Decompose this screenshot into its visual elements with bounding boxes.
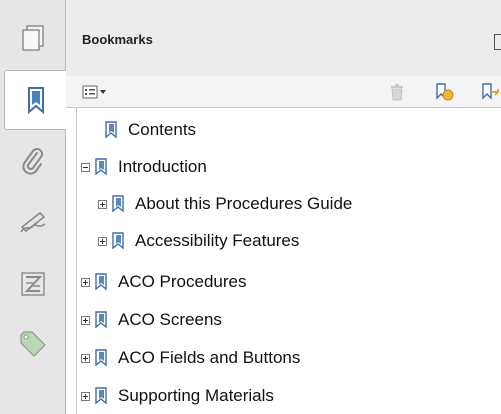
- bookmarks-panel: Bookmarks Contents Introduction About th…: [66, 0, 501, 414]
- collapse-toggle[interactable]: [81, 162, 90, 172]
- tree-item-label: Accessibility Features: [135, 231, 300, 250]
- bookmark-icon: [95, 273, 107, 291]
- tree-item-label: Supporting Materials: [118, 386, 274, 405]
- panel-header: Bookmarks: [66, 0, 501, 76]
- navigation-rail: [0, 0, 67, 414]
- attachments-button[interactable]: [0, 132, 66, 192]
- expand-toggle[interactable]: [81, 391, 90, 401]
- attachment-icon: [22, 148, 43, 175]
- tree-item-introduction[interactable]: Introduction: [81, 155, 207, 179]
- options-menu-icon: [82, 85, 106, 99]
- bookmarks-window: Bookmarks Contents Introduction About th…: [0, 0, 501, 414]
- delete-bookmark-button[interactable]: [389, 82, 405, 102]
- tree-item-supporting-materials[interactable]: Supporting Materials: [81, 384, 274, 408]
- signatures-button[interactable]: [0, 192, 66, 252]
- layers-button[interactable]: [0, 254, 66, 314]
- bookmark-icon: [95, 349, 107, 367]
- expand-toggle[interactable]: [98, 236, 107, 246]
- delete-icon: [391, 84, 403, 101]
- tree-item-label: ACO Screens: [118, 310, 222, 329]
- bookmarks-toolbar: [66, 76, 501, 108]
- expand-toggle[interactable]: [81, 353, 90, 363]
- bookmarks-tree: Contents Introduction About this Procedu…: [76, 108, 501, 414]
- expand-toggle[interactable]: [81, 277, 90, 287]
- bookmark-icon: [95, 158, 107, 176]
- bookmark-icon: [105, 121, 117, 139]
- tree-item-label: Contents: [128, 120, 197, 139]
- page-thumbnails-icon: [22, 25, 44, 51]
- panel-options-icon[interactable]: [494, 34, 501, 50]
- tags-button[interactable]: [0, 314, 66, 374]
- bookmark-icon: [95, 387, 107, 405]
- bookmark-icon: [95, 311, 107, 329]
- bookmark-icon: [28, 87, 44, 115]
- bookmark-icon: [112, 195, 124, 213]
- tree-item-label: Introduction: [118, 157, 207, 176]
- expand-bookmark-icon: [482, 83, 499, 100]
- tree-item-label: About this Procedures Guide: [135, 194, 353, 213]
- new-bookmark-icon: [436, 83, 454, 101]
- expand-bookmark-button[interactable]: [480, 82, 500, 102]
- layers-icon: [21, 272, 45, 296]
- tree-item-about-this-procedures-guide[interactable]: About this Procedures Guide: [98, 192, 352, 216]
- bookmarks-button[interactable]: [4, 70, 67, 130]
- page-thumbnails-button[interactable]: [0, 8, 66, 68]
- tree-item-label: ACO Fields and Buttons: [118, 348, 301, 367]
- tree-item-aco-procedures[interactable]: ACO Procedures: [81, 270, 247, 294]
- bookmark-icon: [112, 232, 124, 250]
- tree-item-aco-screens[interactable]: ACO Screens: [81, 308, 222, 332]
- expand-toggle[interactable]: [98, 199, 107, 209]
- expand-toggle[interactable]: [81, 315, 90, 325]
- options-menu-button[interactable]: [82, 82, 108, 102]
- tree-item-contents[interactable]: Contents: [91, 118, 196, 142]
- new-bookmark-button[interactable]: [434, 82, 454, 102]
- signature-icon: [20, 211, 46, 233]
- tree-item-aco-fields-and-buttons[interactable]: ACO Fields and Buttons: [81, 346, 300, 370]
- panel-title: Bookmarks: [82, 32, 153, 47]
- tree-item-accessibility-features[interactable]: Accessibility Features: [98, 229, 299, 253]
- tree-item-label: ACO Procedures: [118, 272, 247, 291]
- tag-icon: [20, 331, 46, 357]
